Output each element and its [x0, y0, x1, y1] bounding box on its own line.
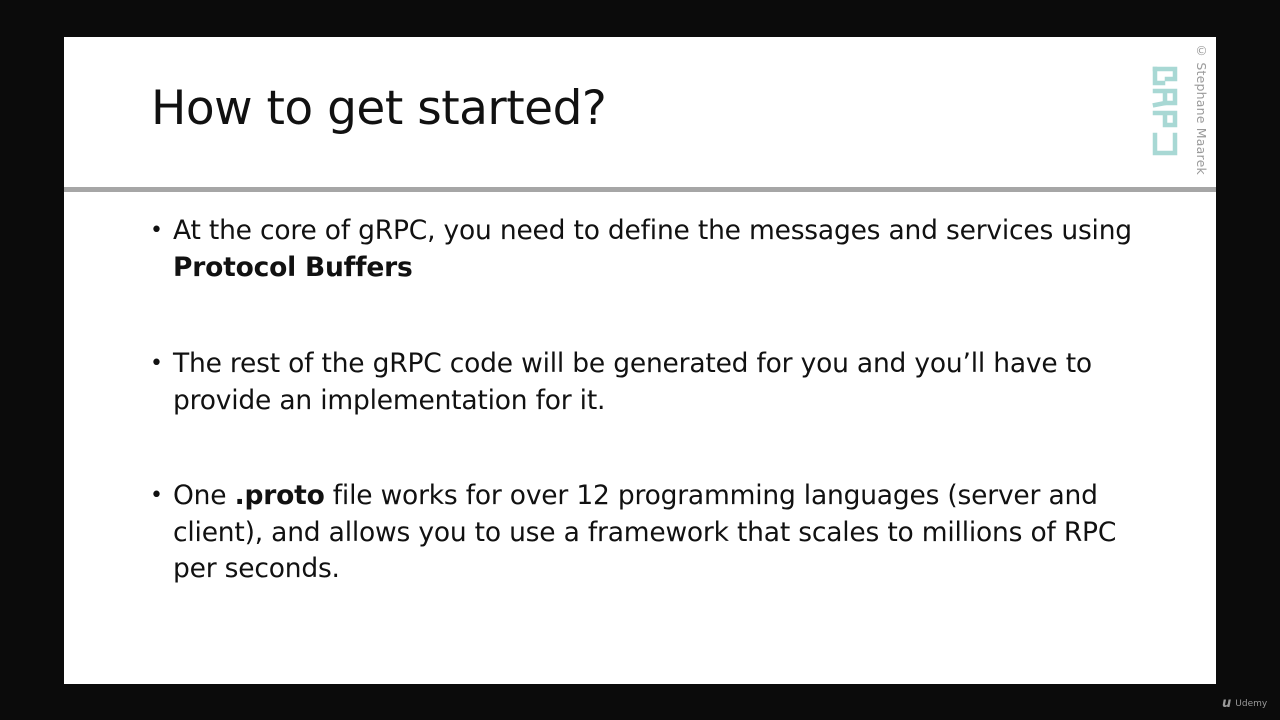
video-frame: How to get started? © Stephane Maarek • …: [0, 0, 1280, 720]
title-divider: [64, 187, 1216, 192]
bullet-text: The rest of the gRPC code will be genera…: [173, 346, 1160, 419]
bullet-marker: •: [150, 218, 163, 243]
bullet-text-part: The rest of the gRPC code will be genera…: [173, 348, 1092, 416]
udemy-logo-icon: u: [1222, 696, 1232, 711]
bullet-marker: •: [150, 351, 163, 376]
bullet-text: One .proto file works for over 12 progra…: [173, 478, 1160, 588]
bullet-text-part: At the core of gRPC, you need to define …: [173, 215, 1132, 246]
slide-title: How to get started?: [151, 81, 607, 136]
bullet-marker: •: [150, 483, 163, 508]
copyright-notice: © Stephane Maarek: [1194, 43, 1209, 175]
udemy-watermark: u Udemy: [1222, 696, 1267, 711]
presentation-slide: How to get started? © Stephane Maarek • …: [64, 37, 1216, 684]
grpc-logo-icon: [1152, 66, 1178, 156]
bullet-text: At the core of gRPC, you need to define …: [173, 213, 1160, 286]
bullet-item: • At the core of gRPC, you need to defin…: [150, 213, 1160, 286]
watermark-label: Udemy: [1235, 698, 1268, 709]
bullet-text-part: One: [173, 480, 235, 511]
bullet-item: • The rest of the gRPC code will be gene…: [150, 346, 1160, 419]
bullet-emphasis: .proto: [234, 480, 325, 511]
bullet-emphasis: Protocol Buffers: [173, 251, 413, 283]
bullet-item: • One .proto file works for over 12 prog…: [150, 478, 1160, 588]
